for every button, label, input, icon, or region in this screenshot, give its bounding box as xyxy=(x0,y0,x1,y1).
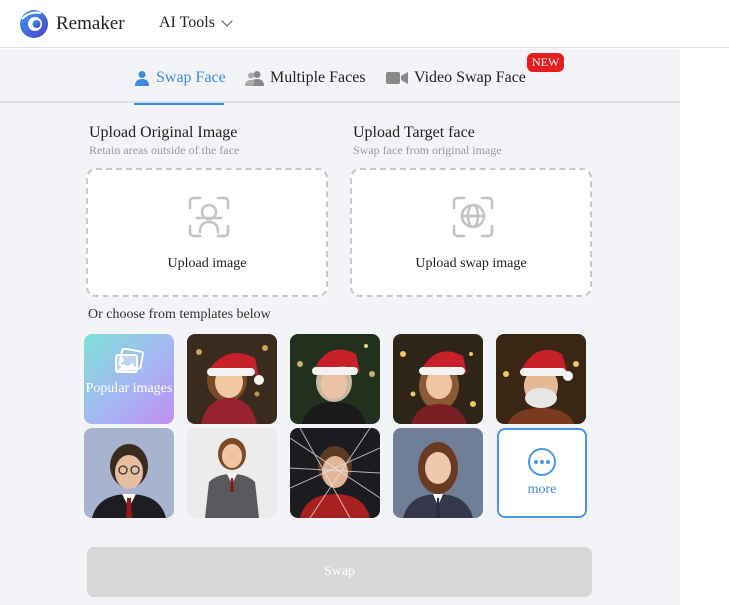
template-wizard-boy[interactable] xyxy=(84,428,174,518)
tab-video-swap-face-label: Video Swap Face xyxy=(414,69,526,86)
template-girl-santa-hat[interactable] xyxy=(187,334,277,424)
remaker-logo-icon[interactable] xyxy=(19,9,49,39)
upload-swap-image-label: Upload swap image xyxy=(415,256,527,271)
upload-target-title: Upload Target face xyxy=(353,124,475,141)
template-woman-curly-santa-hat[interactable] xyxy=(393,334,483,424)
upload-target-dropzone[interactable]: Upload swap image xyxy=(350,168,592,297)
user-icon xyxy=(135,71,149,86)
tab-video-swap-face[interactable]: Video Swap Face xyxy=(386,69,526,87)
more-templates-button[interactable]: more xyxy=(497,428,587,518)
more-label: more xyxy=(527,482,557,497)
templates-label: Or choose from templates below xyxy=(88,307,271,322)
tab-swap-face-label: Swap Face xyxy=(156,69,226,86)
globe-face-icon xyxy=(452,196,494,238)
popular-images-label: Popular images xyxy=(85,381,173,396)
users-icon xyxy=(245,71,264,86)
ai-tools-menu[interactable]: AI Tools xyxy=(159,14,233,32)
right-blank-area xyxy=(680,49,729,605)
brand-name[interactable]: Remaker xyxy=(56,13,125,35)
upload-original-subtitle: Retain areas outside of the face xyxy=(89,143,240,157)
upload-original-title: Upload Original Image xyxy=(89,124,238,141)
main-panel: Swap Face Multiple Faces Video Swap Face… xyxy=(0,49,680,605)
video-camera-icon xyxy=(386,72,408,84)
template-woman-santa-hat[interactable] xyxy=(290,334,380,424)
top-header: Remaker AI Tools xyxy=(0,0,729,48)
template-wizard-girl[interactable] xyxy=(187,428,277,518)
images-icon xyxy=(115,348,144,373)
template-man-santa-hat[interactable] xyxy=(496,334,586,424)
upload-image-label: Upload image xyxy=(167,256,247,271)
tab-swap-face[interactable]: Swap Face xyxy=(134,69,226,87)
active-tab-indicator xyxy=(134,103,224,105)
tab-multiple-faces-label: Multiple Faces xyxy=(270,69,366,86)
chevron-down-icon xyxy=(221,15,233,27)
popular-images-tile[interactable]: Popular images xyxy=(84,334,174,424)
face-scan-icon xyxy=(188,196,230,238)
new-badge: NEW xyxy=(527,53,565,72)
upload-original-dropzone[interactable]: Upload image xyxy=(86,168,328,297)
ai-tools-label: AI Tools xyxy=(159,14,215,31)
mode-tabs: Swap Face Multiple Faces Video Swap Face… xyxy=(0,49,680,103)
template-spider-boy[interactable] xyxy=(290,428,380,518)
swap-button[interactable]: Swap xyxy=(87,547,592,597)
more-dots-icon xyxy=(528,448,556,476)
tab-multiple-faces[interactable]: Multiple Faces xyxy=(245,69,366,87)
upload-target-subtitle: Swap face from original image xyxy=(353,143,502,157)
template-student-girl[interactable] xyxy=(393,428,483,518)
